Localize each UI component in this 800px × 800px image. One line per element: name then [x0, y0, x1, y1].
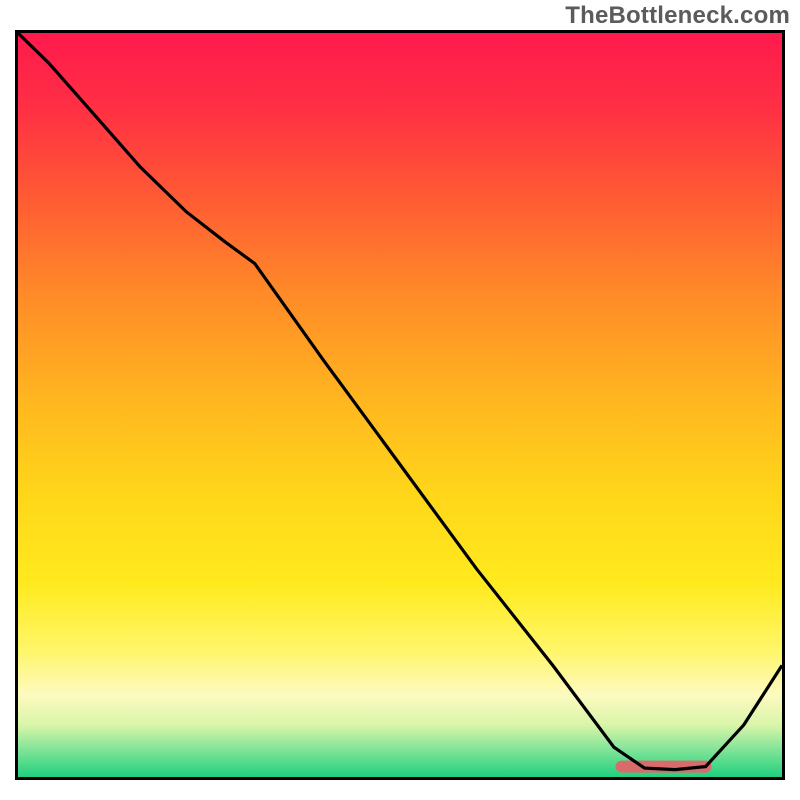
watermark-text: TheBottleneck.com	[565, 2, 790, 30]
gradient-background	[18, 33, 782, 777]
chart-stage: TheBottleneck.com	[0, 0, 800, 800]
chart-svg	[18, 33, 782, 777]
plot-area	[15, 30, 785, 780]
